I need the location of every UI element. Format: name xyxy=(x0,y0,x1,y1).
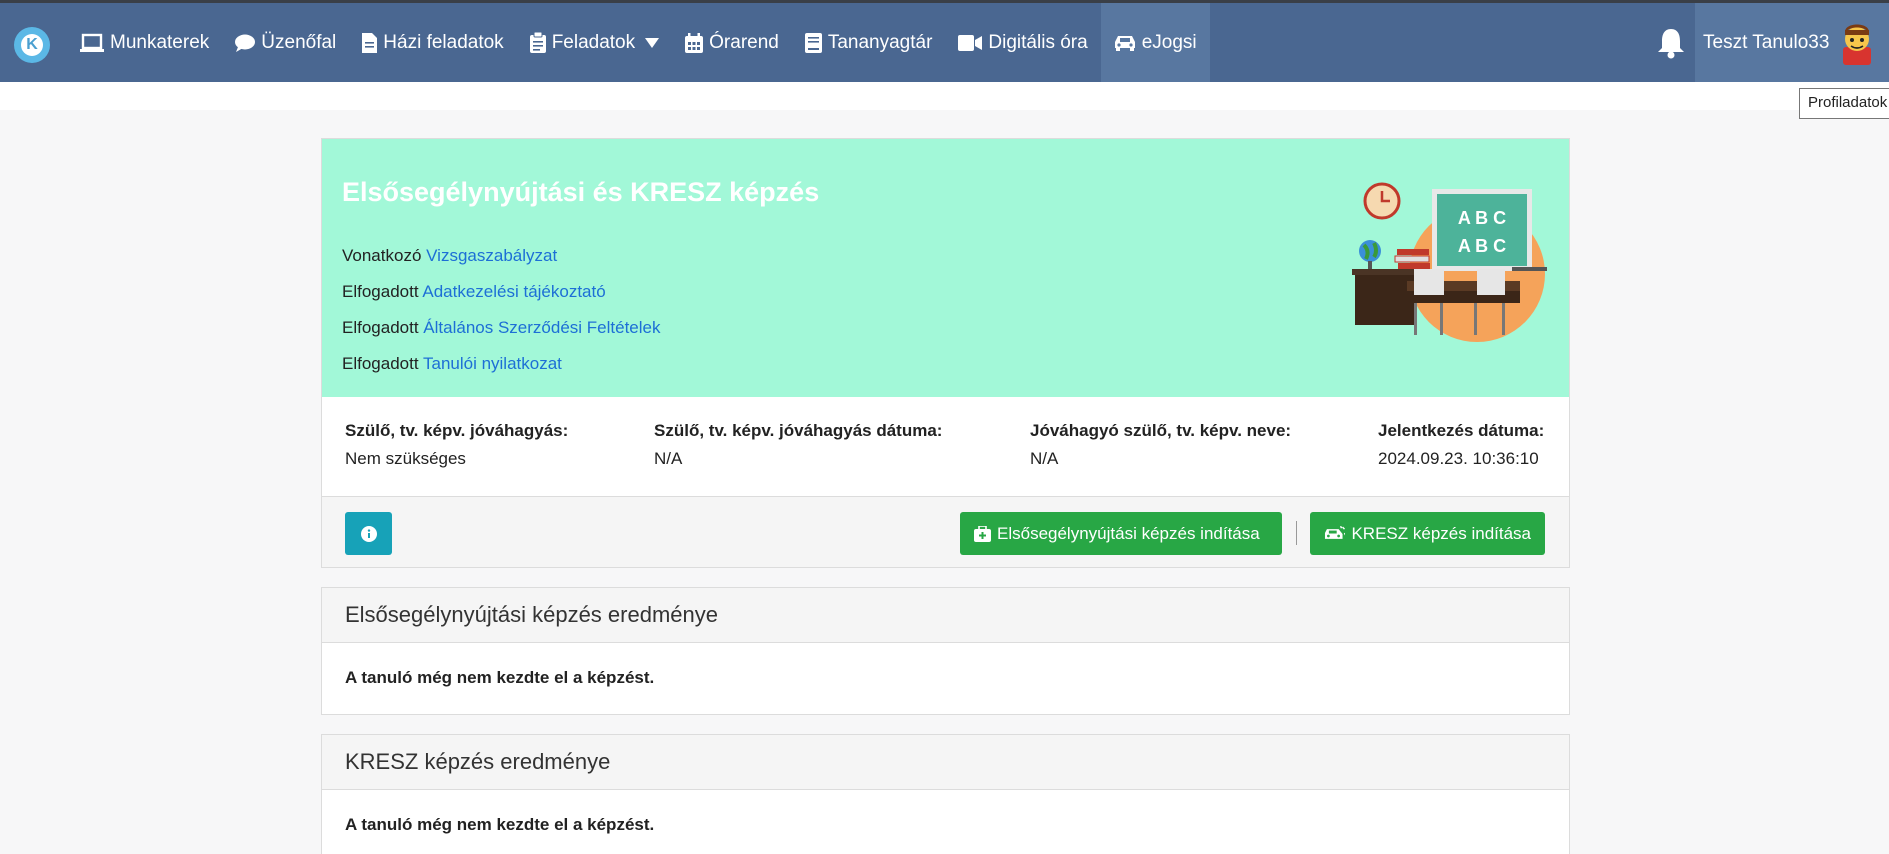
app-logo[interactable]: K xyxy=(14,27,50,63)
start-kresz-button[interactable]: KRESZ képzés indítása xyxy=(1310,512,1545,555)
info-value: N/A xyxy=(1030,449,1059,468)
doc-prefix: Elfogadott xyxy=(342,282,419,301)
nav-item-hazi-feladatok[interactable]: Házi feladatok xyxy=(349,3,516,82)
sub-strip xyxy=(0,82,1889,110)
car-crash-icon xyxy=(1324,525,1346,539)
top-navbar: K Munkaterek Üzenőfal Házi feladatok Fel… xyxy=(0,0,1889,82)
nav-item-feladatok[interactable]: Feladatok xyxy=(517,3,672,82)
logo-letter: K xyxy=(21,34,43,56)
nav-item-uzenofal[interactable]: Üzenőfal xyxy=(222,3,349,82)
doc-line-tanuloi-nyilatkozat: Elfogadott Tanulói nyilatkozat xyxy=(342,354,562,374)
start-first-aid-button[interactable]: Elsősegélynyújtási képzés indítása xyxy=(960,512,1282,555)
link-vizsgaszabalyzat[interactable]: Vizsgaszabályzat xyxy=(426,246,557,265)
link-aszf[interactable]: Általános Szerződési Feltételek xyxy=(423,318,660,337)
info-value: 2024.09.23. 10:36:10 xyxy=(1378,449,1539,468)
chevron-down-icon[interactable] xyxy=(645,37,660,48)
nav-label: Órarend xyxy=(709,31,779,53)
result-text: A tanuló még nem kezdte el a képzést. xyxy=(345,815,655,834)
board-text-1: A B C xyxy=(1458,208,1506,228)
info-value: Nem szükséges xyxy=(345,449,466,468)
info-icon xyxy=(360,525,377,542)
info-label: Jóváhagyó szülő, tv. képv. neve: xyxy=(1030,421,1292,440)
user-menu[interactable]: Teszt Tanulo33 xyxy=(1695,3,1889,82)
course-hero: Elsősegélynyújtási és KRESZ képzés Vonat… xyxy=(322,139,1569,397)
nav-item-orarend[interactable]: Órarend xyxy=(672,3,792,82)
result-title: KRESZ képzés eredménye xyxy=(322,735,1569,790)
nav-label: Házi feladatok xyxy=(383,31,504,53)
doc-prefix: Elfogadott xyxy=(342,318,419,337)
user-name: Teszt Tanulo33 xyxy=(1703,31,1830,53)
button-label: KRESZ képzés indítása xyxy=(1351,523,1531,543)
car-icon xyxy=(1114,36,1135,51)
doc-prefix: Elfogadott xyxy=(342,354,419,373)
doc-line-aszf: Elfogadott Általános Szerződési Feltétel… xyxy=(342,318,660,338)
button-separator xyxy=(1296,521,1297,545)
link-tanuloi-nyilatkozat[interactable]: Tanulói nyilatkozat xyxy=(423,354,562,373)
kresz-result-card: KRESZ képzés eredménye A tanuló még nem … xyxy=(321,734,1570,854)
nav-label: Tananyagtár xyxy=(827,31,933,53)
link-adatkezelesi-tajekoztato[interactable]: Adatkezelési tájékoztató xyxy=(422,282,605,301)
nav-item-munkaterek[interactable]: Munkaterek xyxy=(68,3,222,82)
avatar xyxy=(1843,24,1871,65)
nav-label: Feladatok xyxy=(551,31,636,53)
info-label: Szülő, tv. képv. jóváhagyás: xyxy=(345,421,569,440)
laptop-icon xyxy=(80,33,104,52)
approval-info: Szülő, tv. képv. jóváhagyás: Nem szükség… xyxy=(322,397,1569,495)
doc-line-vizsgaszabalyzat: Vonatkozó Vizsgaszabályzat xyxy=(342,246,557,266)
info-approval-date: Szülő, tv. képv. jóváhagyás dátuma: N/A xyxy=(654,421,942,469)
clipboard-icon xyxy=(529,32,546,53)
info-button[interactable] xyxy=(345,512,392,555)
nav-label: eJogsi xyxy=(1141,31,1197,53)
result-text: A tanuló még nem kezdte el a képzést. xyxy=(345,668,655,687)
info-label: Jelentkezés dátuma: xyxy=(1378,421,1545,440)
course-card: Elsősegélynyújtási és KRESZ képzés Vonat… xyxy=(321,138,1570,568)
button-label: Elsősegélynyújtási képzés indítása xyxy=(997,523,1260,543)
course-title: Elsősegélynyújtási és KRESZ képzés xyxy=(342,177,820,207)
comment-icon xyxy=(235,34,256,52)
bell-icon[interactable] xyxy=(1656,27,1686,59)
profile-tooltip: Profiladatok xyxy=(1799,88,1889,119)
nav-item-ejogsi[interactable]: eJogsi xyxy=(1100,3,1210,82)
doc-prefix: Vonatkozó xyxy=(342,246,422,265)
main-nav: Munkaterek Üzenőfal Házi feladatok Felad… xyxy=(68,3,1210,82)
info-value: N/A xyxy=(654,449,683,468)
calendar-icon xyxy=(685,32,704,53)
nav-label: Munkaterek xyxy=(110,31,210,53)
nav-item-digitalis-ora[interactable]: Digitális óra xyxy=(945,3,1100,82)
info-registration-date: Jelentkezés dátuma: 2024.09.23. 10:36:10 xyxy=(1378,421,1544,469)
nav-item-tananyagtar[interactable]: Tananyagtár xyxy=(792,3,946,82)
nav-label: Digitális óra xyxy=(988,31,1088,53)
book-icon xyxy=(804,32,822,53)
action-bar: Elsősegélynyújtási képzés indítása KRESZ… xyxy=(322,496,1569,567)
board-text-2: A B C xyxy=(1458,236,1506,256)
classroom-illustration: A B C A B C xyxy=(1352,182,1547,342)
file-icon xyxy=(362,32,378,53)
doc-line-adatkezeles: Elfogadott Adatkezelési tájékoztató xyxy=(342,282,606,302)
result-title: Elsősegélynyújtási képzés eredménye xyxy=(322,588,1569,643)
first-aid-result-card: Elsősegélynyújtási képzés eredménye A ta… xyxy=(321,587,1570,715)
info-label: Szülő, tv. képv. jóváhagyás dátuma: xyxy=(654,421,943,440)
info-approver-name: Jóváhagyó szülő, tv. képv. neve: N/A xyxy=(1030,421,1291,469)
medkit-icon xyxy=(974,525,991,542)
info-parent-approval: Szülő, tv. képv. jóváhagyás: Nem szükség… xyxy=(345,421,568,469)
video-icon xyxy=(958,34,983,51)
nav-label: Üzenőfal xyxy=(261,31,337,53)
